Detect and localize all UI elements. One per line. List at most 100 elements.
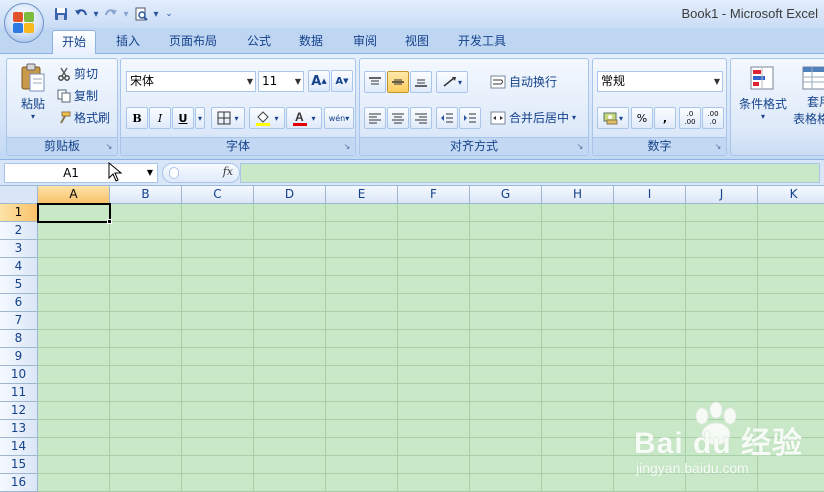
currency-button[interactable]: ▾ — [597, 107, 629, 129]
row-header-10[interactable]: 10 — [0, 366, 38, 384]
align-center-button[interactable] — [387, 107, 409, 129]
phonetic-dropdown-icon: ▾ — [345, 113, 350, 123]
formula-bar-resize-icon[interactable] — [169, 167, 179, 179]
column-header-b[interactable]: B — [110, 186, 182, 204]
italic-button[interactable]: I — [149, 107, 171, 129]
underline-button[interactable]: U — [172, 107, 194, 129]
mouse-pointer-icon — [108, 161, 123, 185]
print-preview-icon[interactable] — [132, 5, 150, 23]
shrink-arrow-icon: ▼ — [343, 77, 349, 85]
tab-home[interactable]: 开始 — [52, 30, 96, 54]
undo-dropdown-icon[interactable]: ▾ — [92, 5, 100, 23]
alignment-launcher-icon[interactable]: ↘ — [575, 142, 585, 152]
align-top-button[interactable] — [364, 71, 386, 93]
name-box[interactable]: A1 ▼ — [4, 163, 158, 183]
align-left-button[interactable] — [364, 107, 386, 129]
number-format-combo[interactable]: 常规 ▼ — [597, 71, 723, 92]
formula-input[interactable] — [240, 163, 820, 183]
row-header-12[interactable]: 12 — [0, 402, 38, 420]
merge-center-icon — [490, 111, 506, 125]
row-header-5[interactable]: 5 — [0, 276, 38, 294]
currency-icon — [603, 112, 618, 125]
align-left-icon — [369, 113, 381, 124]
decrease-decimal-button[interactable]: .00 .0 — [702, 107, 724, 129]
office-button[interactable] — [4, 3, 44, 43]
row-header-1[interactable]: 1 — [0, 204, 38, 222]
align-bottom-button[interactable] — [410, 71, 432, 93]
save-icon[interactable] — [52, 5, 70, 23]
row-header-9[interactable]: 9 — [0, 348, 38, 366]
underline-dropdown-icon[interactable]: ▾ — [195, 107, 205, 129]
print-dropdown-icon[interactable]: ▾ — [152, 5, 160, 23]
active-cell-a1[interactable] — [37, 203, 111, 223]
number-launcher-icon[interactable]: ↘ — [713, 142, 723, 152]
redo-icon[interactable] — [102, 5, 120, 23]
customize-toolbar-icon[interactable]: ⌄ — [162, 5, 176, 23]
name-box-dropdown-icon[interactable]: ▼ — [147, 164, 153, 182]
row-header-8[interactable]: 8 — [0, 330, 38, 348]
orientation-button[interactable]: ▾ — [436, 71, 468, 93]
row-header-15[interactable]: 15 — [0, 456, 38, 474]
fill-color-button[interactable]: ▾ — [249, 107, 285, 129]
grow-font-button[interactable]: A ▲ — [308, 70, 330, 92]
font-name-value: 宋体 — [130, 74, 155, 88]
row-header-16[interactable]: 16 — [0, 474, 38, 492]
bold-button[interactable]: B — [126, 107, 148, 129]
row-header-13[interactable]: 13 — [0, 420, 38, 438]
comma-button[interactable]: , — [654, 107, 676, 129]
tab-page-layout[interactable]: 页面布局 — [165, 30, 221, 54]
column-header-j[interactable]: J — [686, 186, 758, 204]
cut-label: 剪切 — [74, 67, 99, 81]
row-header-2[interactable]: 2 — [0, 222, 38, 240]
phonetic-button[interactable]: wén ▾ — [324, 107, 354, 129]
column-header-h[interactable]: H — [542, 186, 614, 204]
tab-data[interactable]: 数据 — [295, 30, 327, 54]
merge-center-button[interactable]: 合并后居中 ▾ — [490, 109, 576, 126]
row-header-4[interactable]: 4 — [0, 258, 38, 276]
copy-button[interactable]: 复制 — [57, 87, 98, 104]
watermark-url: jingyan.baidu.com — [636, 460, 749, 476]
column-header-d[interactable]: D — [254, 186, 326, 204]
tab-review[interactable]: 审阅 — [349, 30, 381, 54]
undo-icon[interactable] — [72, 5, 90, 23]
row-header-7[interactable]: 7 — [0, 312, 38, 330]
row-header-11[interactable]: 11 — [0, 384, 38, 402]
column-header-k[interactable]: K — [758, 186, 824, 204]
wrap-text-button[interactable]: 自动换行 — [490, 73, 557, 90]
align-middle-button[interactable] — [387, 71, 409, 93]
format-painter-button[interactable]: 格式刷 — [57, 109, 110, 126]
redo-dropdown-icon[interactable]: ▾ — [122, 5, 130, 23]
font-name-combo[interactable]: 宋体 ▼ — [126, 71, 256, 92]
column-header-c[interactable]: C — [182, 186, 254, 204]
percent-button[interactable]: % — [631, 107, 653, 129]
cut-button[interactable]: 剪切 — [57, 65, 98, 82]
column-header-e[interactable]: E — [326, 186, 398, 204]
shrink-font-button[interactable]: A ▼ — [331, 70, 353, 92]
decrease-indent-button[interactable] — [436, 107, 458, 129]
column-header-f[interactable]: F — [398, 186, 470, 204]
fill-handle[interactable] — [107, 219, 112, 224]
conditional-format-button[interactable]: 条件格式 ▾ — [735, 65, 791, 121]
clipboard-launcher-icon[interactable]: ↘ — [104, 142, 114, 152]
row-header-14[interactable]: 14 — [0, 438, 38, 456]
column-header-a[interactable]: A — [38, 186, 110, 204]
increase-decimal-button[interactable]: .0 .00 — [679, 107, 701, 129]
insert-function-button[interactable]: fx — [223, 165, 233, 178]
column-header-i[interactable]: I — [614, 186, 686, 204]
tab-insert[interactable]: 插入 — [112, 30, 144, 54]
tab-formulas[interactable]: 公式 — [243, 30, 275, 54]
row-header-3[interactable]: 3 — [0, 240, 38, 258]
tab-developer[interactable]: 开发工具 — [454, 30, 510, 54]
increase-indent-button[interactable] — [459, 107, 481, 129]
format-as-table-button[interactable]: 套用 表格格 — [793, 65, 824, 127]
select-all-corner[interactable] — [0, 186, 38, 204]
font-launcher-icon[interactable]: ↘ — [342, 142, 352, 152]
align-right-button[interactable] — [410, 107, 432, 129]
tab-view[interactable]: 视图 — [401, 30, 433, 54]
font-color-button[interactable]: A ▾ — [286, 107, 322, 129]
borders-button[interactable]: ▾ — [211, 107, 245, 129]
column-header-g[interactable]: G — [470, 186, 542, 204]
paste-button[interactable]: 粘贴 ▾ — [13, 63, 53, 121]
row-header-6[interactable]: 6 — [0, 294, 38, 312]
font-size-combo[interactable]: 11 ▼ — [258, 71, 304, 92]
